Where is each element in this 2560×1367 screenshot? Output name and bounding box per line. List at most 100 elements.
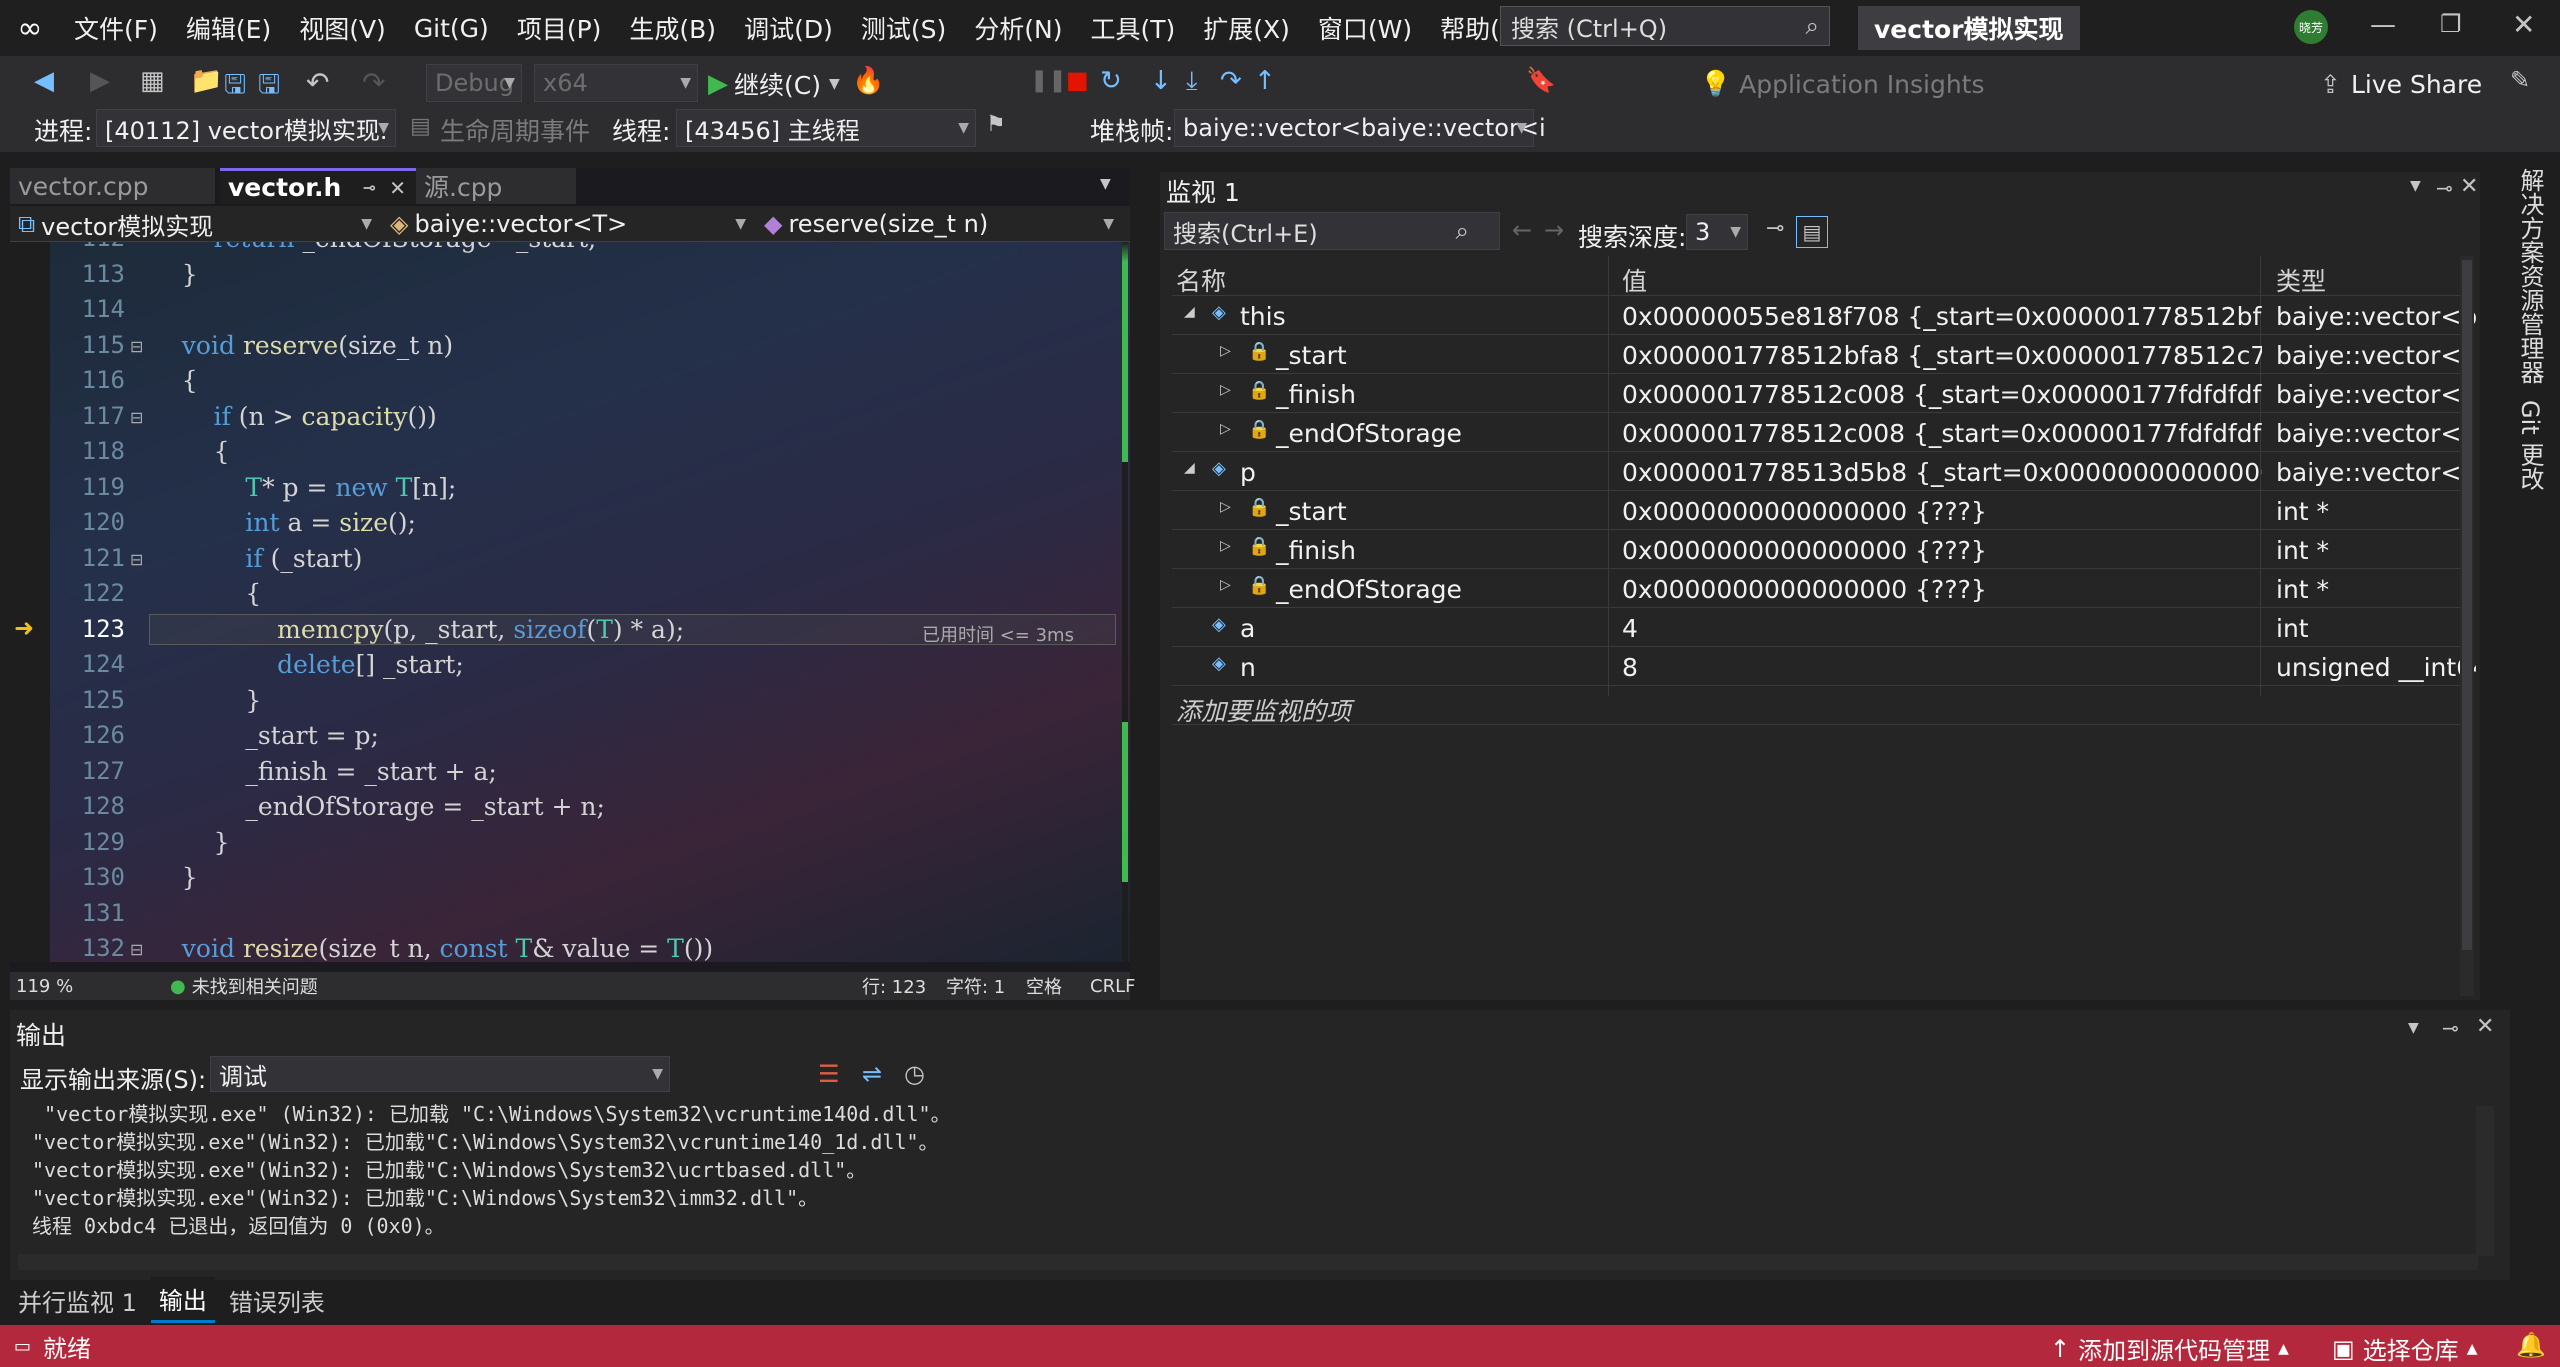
- class-nav-dropdown[interactable]: ◈ baiye::vector<T> ▼: [382, 206, 752, 242]
- code-line[interactable]: }: [150, 260, 198, 289]
- lifecycle-icon[interactable]: ▤: [410, 114, 431, 139]
- stack-frame-dropdown[interactable]: baiye::vector<baiye::vector<i ▼: [1174, 109, 1546, 147]
- watch-row[interactable]: ▷ 🔒 _start 0x000001778512bfa8 {_start=0x000…: [1172, 335, 2476, 374]
- flag-icon[interactable]: ⚑: [986, 112, 1006, 137]
- show-next-statement-icon[interactable]: ↓: [1150, 66, 1172, 96]
- add-to-source-control-button[interactable]: ↑ 添加到源代码管理 ▲: [2050, 1331, 2289, 1366]
- watch-value[interactable]: 0x0000000000000000 {???}: [1622, 536, 2262, 565]
- column-header-type[interactable]: 类型: [2276, 262, 2326, 298]
- collapse-icon[interactable]: ⊟: [130, 337, 143, 356]
- expand-arrow-icon[interactable]: ▷: [1220, 499, 1231, 515]
- menu-item-4[interactable]: 项目(P): [503, 0, 616, 56]
- watch-row[interactable]: ▷ 🔒 _start 0x0000000000000000 {???} int *: [1172, 491, 2468, 530]
- watch-value[interactable]: 0x00000055e818f708 {_start=0x00000177851…: [1622, 302, 2262, 331]
- continue-button[interactable]: ▶ 继续(C) ▼: [708, 66, 840, 102]
- close-icon[interactable]: ✕: [2476, 1014, 2494, 1039]
- user-avatar[interactable]: 晓芳: [2294, 10, 2328, 44]
- watch-value[interactable]: 0x000001778512c008 {_start=0x00000177fdf…: [1622, 380, 2262, 409]
- expand-arrow-icon[interactable]: ▷: [1220, 382, 1231, 398]
- column-header-value[interactable]: 值: [1622, 262, 1647, 298]
- thread-dropdown[interactable]: [43456] 主线程 ▼: [676, 109, 976, 147]
- word-wrap-icon[interactable]: ⇌: [862, 1060, 882, 1088]
- menu-item-2[interactable]: 视图(V): [285, 0, 400, 56]
- watch-row[interactable]: ◢ ◈ p 0x000001778513d5b8 {_start=0x00000000…: [1172, 452, 2476, 491]
- issues-indicator[interactable]: 未找到相关问题: [192, 973, 318, 999]
- bookmark-icon[interactable]: 🔖: [1526, 66, 1556, 94]
- expand-arrow-icon[interactable]: ▷: [1220, 421, 1231, 437]
- redo-icon[interactable]: ↷: [362, 66, 385, 99]
- close-icon[interactable]: ✕: [2512, 8, 2535, 41]
- feedback-icon[interactable]: ✎: [2510, 66, 2530, 94]
- tab-vector-cpp[interactable]: vector.cpp: [10, 168, 215, 204]
- collapse-arrow-icon[interactable]: ◢: [1184, 460, 1195, 476]
- forward-icon[interactable]: ▶: [90, 66, 110, 96]
- project-nav-dropdown[interactable]: ⧉ vector模拟实现 ▼: [10, 206, 378, 242]
- tab-close-icon[interactable]: ✕: [389, 176, 406, 200]
- watch-row[interactable]: ▷ 🔒 _finish 0x000001778512c008 {_start=0x00…: [1172, 374, 2476, 413]
- add-watch-item[interactable]: 添加要监视的项: [1172, 686, 2468, 726]
- hot-reload-icon[interactable]: 🔥: [852, 66, 884, 96]
- notifications-icon[interactable]: 🔔: [2516, 1331, 2546, 1359]
- platform-dropdown[interactable]: x64 ▼: [534, 64, 698, 102]
- menu-item-0[interactable]: 文件(F): [60, 0, 172, 56]
- watch-row[interactable]: ◈ n 8 unsigned __int64: [1172, 647, 2476, 686]
- side-tab-solution-explorer[interactable]: 解决方案资源管理器: [2512, 168, 2548, 388]
- menu-item-5[interactable]: 生成(B): [615, 0, 730, 56]
- pause-icon[interactable]: ❚❚: [1030, 68, 1067, 93]
- code-line[interactable]: {: [150, 437, 230, 466]
- watch-value[interactable]: 0x000001778513d5b8 {_start=0x00000000000…: [1622, 458, 2262, 487]
- whitespace-indicator[interactable]: 空格: [1026, 973, 1062, 999]
- code-line[interactable]: }: [150, 828, 230, 857]
- bottom-tab-0[interactable]: 并行监视 1: [10, 1279, 145, 1322]
- output-source-dropdown[interactable]: 调试 ▼: [210, 1056, 670, 1092]
- collapse-arrow-icon[interactable]: ◢: [1184, 304, 1195, 320]
- collapse-icon[interactable]: ⊟: [130, 550, 143, 569]
- expand-arrow-icon[interactable]: ▷: [1220, 538, 1231, 554]
- minimize-icon[interactable]: —: [2370, 10, 2396, 40]
- clock-icon[interactable]: ◷: [904, 1060, 925, 1088]
- code-line[interactable]: void resize(size_t n, const T& value = T…: [150, 934, 713, 962]
- code-line[interactable]: return _endOfStorage - _start;: [150, 242, 597, 253]
- window-menu-icon[interactable]: ▼: [2408, 1020, 2419, 1036]
- watch-value[interactable]: 0x0000000000000000 {???}: [1622, 575, 2262, 604]
- clear-all-icon[interactable]: ☰: [818, 1060, 840, 1088]
- menu-item-7[interactable]: 测试(S): [847, 0, 960, 56]
- search-previous-icon[interactable]: ←: [1512, 216, 1532, 244]
- watch-row[interactable]: ▷ 🔒 _finish 0x0000000000000000 {???} int *: [1172, 530, 2468, 569]
- code-line[interactable]: {: [150, 366, 198, 395]
- window-menu-icon[interactable]: ▼: [2410, 178, 2421, 194]
- tab-source-cpp[interactable]: 源.cpp: [416, 168, 576, 204]
- menu-item-1[interactable]: 编辑(E): [172, 0, 285, 56]
- watch-value[interactable]: 4: [1622, 614, 2262, 643]
- char-indicator[interactable]: 字符: 1: [946, 973, 1005, 999]
- side-tab-git-changes[interactable]: Git 更改: [2512, 400, 2548, 500]
- search-input[interactable]: 搜索 (Ctrl+Q) ⌕: [1500, 6, 1830, 46]
- line-indicator[interactable]: 行: 123: [862, 973, 926, 999]
- step-into-icon[interactable]: ⤓: [1186, 66, 1198, 97]
- watch-row[interactable]: ◢ ◈ this 0x00000055e818f708 {_start=0x00000…: [1172, 296, 2476, 335]
- configuration-dropdown[interactable]: Debug ▼: [426, 64, 522, 102]
- code-line[interactable]: _finish = _start + a;: [150, 757, 497, 786]
- code-line[interactable]: if (n > capacity()): [150, 402, 437, 431]
- pin-icon[interactable]: ⊸: [2436, 176, 2453, 200]
- live-share-button[interactable]: ⇪ Live Share: [2320, 66, 2482, 102]
- output-vscrollbar[interactable]: [2476, 1106, 2494, 1256]
- select-repository-button[interactable]: ▣ 选择仓库 ▲: [2332, 1331, 2477, 1366]
- watch-row[interactable]: ▷ 🔒 _endOfStorage 0x000001778512c008 {_star…: [1172, 413, 2476, 452]
- tab-list-icon[interactable]: ▼: [1100, 176, 1111, 192]
- step-over-icon[interactable]: ↷: [1220, 66, 1242, 96]
- stop-icon[interactable]: ■: [1066, 66, 1089, 94]
- new-project-icon[interactable]: ▦: [140, 66, 165, 96]
- code-line[interactable]: if (_start): [150, 544, 362, 573]
- bottom-tab-2[interactable]: 错误列表: [221, 1279, 333, 1322]
- watch-value[interactable]: 0x000001778512bfa8 {_start=0x00000177851…: [1622, 341, 2262, 370]
- output-hscrollbar[interactable]: [18, 1254, 2478, 1270]
- collapse-icon[interactable]: ⊟: [130, 940, 143, 959]
- member-nav-dropdown[interactable]: ◆ reserve(size_t n) ▼: [756, 206, 1120, 242]
- watch-scrollbar[interactable]: [2460, 256, 2474, 996]
- step-out-icon[interactable]: ↑: [1254, 66, 1276, 96]
- back-icon[interactable]: ◀: [34, 66, 54, 96]
- zoom-level[interactable]: 119 %: [16, 976, 96, 997]
- menu-item-10[interactable]: 扩展(X): [1189, 0, 1304, 56]
- eol-indicator[interactable]: CRLF: [1090, 976, 1135, 997]
